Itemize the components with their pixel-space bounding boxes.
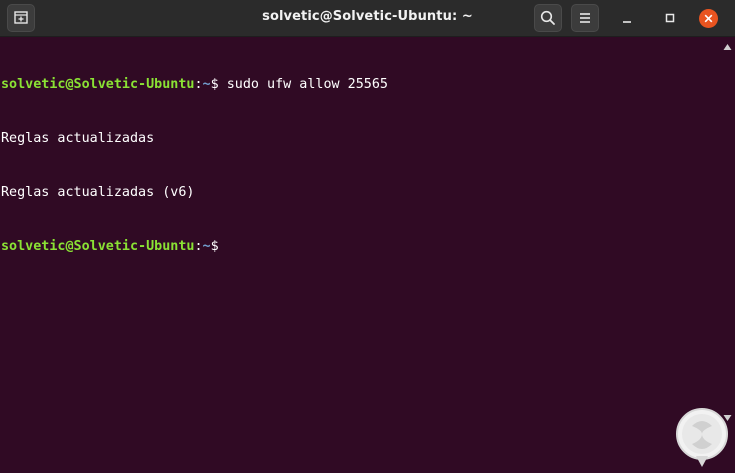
search-icon xyxy=(540,10,555,25)
terminal-window: solvetic@Solvetic-Ubuntu: ~ solvetic@Sol… xyxy=(0,0,735,473)
minimize-button[interactable] xyxy=(613,4,641,32)
prompt-user-host: solvetic@Solvetic-Ubuntu xyxy=(1,239,195,254)
terminal-output[interactable]: solvetic@Solvetic-Ubuntu:~$ sudo ufw all… xyxy=(0,37,720,473)
title-bar: solvetic@Solvetic-Ubuntu: ~ xyxy=(0,0,735,37)
prompt-path: ~ xyxy=(202,77,211,92)
close-button[interactable] xyxy=(699,9,718,28)
prompt-symbol: $ xyxy=(210,239,219,254)
minimize-icon xyxy=(623,21,631,23)
close-icon xyxy=(704,14,713,23)
prompt-separator: : xyxy=(194,77,203,92)
prompt-path: ~ xyxy=(202,239,211,254)
prompt-user-host: solvetic@Solvetic-Ubuntu xyxy=(1,77,195,92)
command-text: sudo ufw allow 25565 xyxy=(226,77,388,92)
maximize-button[interactable] xyxy=(656,4,684,32)
output-line: Reglas actualizadas xyxy=(1,131,155,146)
terminal-line: solvetic@Solvetic-Ubuntu:~$ xyxy=(1,238,720,256)
terminal-line: solvetic@Solvetic-Ubuntu:~$ sudo ufw all… xyxy=(1,76,720,94)
search-button[interactable] xyxy=(534,4,562,32)
solvetic-logo xyxy=(672,404,732,470)
prompt-separator: : xyxy=(194,239,203,254)
hamburger-menu-icon xyxy=(580,13,590,23)
output-line: Reglas actualizadas (v6) xyxy=(1,185,195,200)
prompt-symbol: $ xyxy=(210,77,227,92)
menu-button[interactable] xyxy=(571,4,599,32)
maximize-icon xyxy=(665,13,675,23)
scroll-up-arrow-icon[interactable] xyxy=(720,41,735,55)
